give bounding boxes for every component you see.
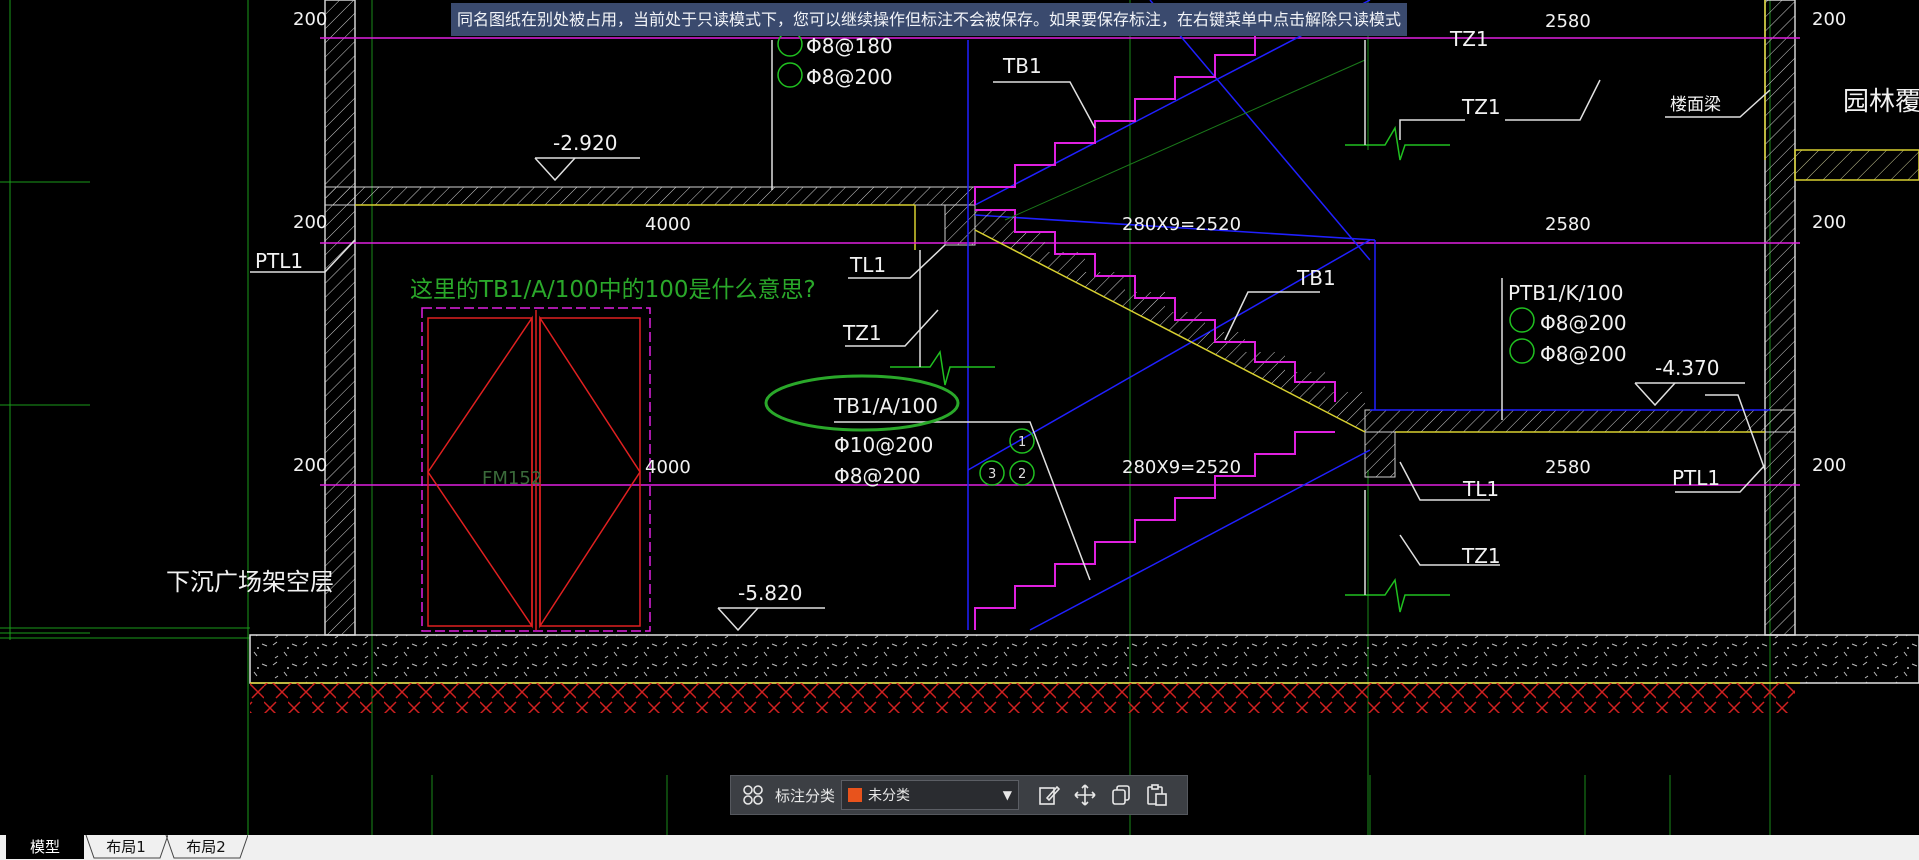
dim-2520-a: 280X9=2520 — [1122, 214, 1241, 235]
circled-tb1-label: TB1/A/100 — [833, 394, 938, 418]
ptb1-rebar-1: Φ8@200 — [1540, 311, 1627, 335]
num-3: 3 — [988, 467, 996, 482]
tab-label: 布局1 — [106, 838, 146, 856]
category-value: 未分类 — [868, 788, 911, 804]
dim-200-r1: 200 — [1812, 9, 1846, 30]
top-rebar-1: Φ8@180 — [806, 34, 893, 58]
tz1-low-label: TZ1 — [1461, 544, 1501, 568]
tz1-top-right: TZ1 — [1461, 95, 1501, 119]
ground-slab — [249, 634, 1919, 713]
tl1-mid-label: TL1 — [849, 253, 886, 277]
dim-2580-a: 2580 — [1545, 11, 1591, 32]
garden-label: 园林覆土 — [1843, 87, 1919, 117]
tb1-top-label: TB1 — [1002, 54, 1042, 78]
num-2: 2 — [1018, 467, 1026, 482]
ptb1-rebar-2: Φ8@200 — [1540, 342, 1627, 366]
dim-200-r3: 200 — [1812, 455, 1846, 476]
move-icon — [1074, 784, 1096, 806]
top-rebar-2: Φ8@200 — [806, 65, 893, 89]
tab-layout1[interactable]: 布局1 — [84, 835, 168, 859]
dim-200-r2: 200 — [1812, 212, 1846, 233]
dim-4000-a: 4000 — [645, 214, 691, 235]
dim-2580-c: 2580 — [1545, 457, 1591, 478]
move-button[interactable] — [1067, 777, 1103, 813]
annotation-toolbar: 标注分类 未分类 ▼ — [730, 775, 1188, 815]
grid-menu-button[interactable] — [735, 777, 771, 813]
sunken-plaza-label: 下沉广场架空层 — [166, 568, 334, 596]
dim-200-a: 200 — [293, 9, 327, 30]
grid-icon — [743, 785, 763, 805]
layout-tab-bar: 模型 布局1 布局2 — [0, 835, 1919, 860]
tab-model[interactable]: 模型 — [6, 835, 84, 859]
tz1-top-right-upper: TZ1 — [1449, 27, 1489, 51]
dim-200-c: 200 — [293, 455, 327, 476]
tab-layout2[interactable]: 布局2 — [164, 835, 248, 859]
copy-button[interactable] — [1103, 777, 1139, 813]
dim-4000-b: 4000 — [645, 457, 691, 478]
category-color-swatch — [848, 788, 863, 802]
edit-icon — [1039, 785, 1061, 805]
left-guide-lines — [0, 0, 250, 835]
chevron-down-icon: ▼ — [1002, 788, 1013, 802]
dim-2520-b: 280X9=2520 — [1122, 457, 1241, 478]
annotation-question: 这里的TB1/A/100中的100是什么意思? — [410, 277, 816, 303]
elevation-mid: -4.370 — [1655, 356, 1719, 380]
rebar-main: Φ10@200 — [834, 433, 933, 457]
ptl1-left-label: PTL1 — [255, 249, 303, 273]
stair-outline — [967, 0, 1770, 631]
tab-label: 布局2 — [186, 838, 226, 856]
cad-drawing-canvas[interactable]: 200 200 200 200 200 200 4000 4000 2580 2… — [0, 0, 1919, 860]
ptl1-right-label: PTL1 — [1672, 466, 1720, 490]
drawing-text: 200 200 200 200 200 200 4000 4000 2580 2… — [166, 9, 1919, 605]
num-1: 1 — [1018, 435, 1026, 450]
rebar-dist: Φ8@200 — [834, 464, 921, 488]
copy-icon — [1112, 785, 1130, 805]
paste-button[interactable] — [1139, 777, 1175, 813]
tb1-mid-label: TB1 — [1296, 266, 1336, 290]
tz1-mid-label: TZ1 — [842, 321, 882, 345]
tab-label: 模型 — [29, 838, 60, 856]
category-label: 标注分类 — [775, 786, 836, 805]
ptb1-label: PTB1/K/100 — [1508, 281, 1624, 305]
elevation-top: -2.920 — [553, 131, 617, 155]
stair-slab — [974, 59, 1366, 433]
leader-lines — [250, 40, 1771, 581]
beam-label: 楼面梁 — [1670, 95, 1721, 115]
readonly-banner: 同名图纸在别处被占用，当前处于只读模式下，您可以继续操作但标注不会被保存。如果要… — [451, 3, 1408, 36]
dim-2580-b: 2580 — [1545, 214, 1591, 235]
tl1-low-label: TL1 — [1462, 477, 1499, 501]
paste-icon — [1147, 784, 1167, 806]
edit-button[interactable] — [1031, 777, 1067, 813]
category-select[interactable]: 未分类 ▼ — [841, 780, 1020, 810]
dim-200-b: 200 — [293, 212, 327, 233]
elevation-bottom: -5.820 — [738, 581, 802, 605]
door-label: FM152 — [482, 468, 542, 489]
